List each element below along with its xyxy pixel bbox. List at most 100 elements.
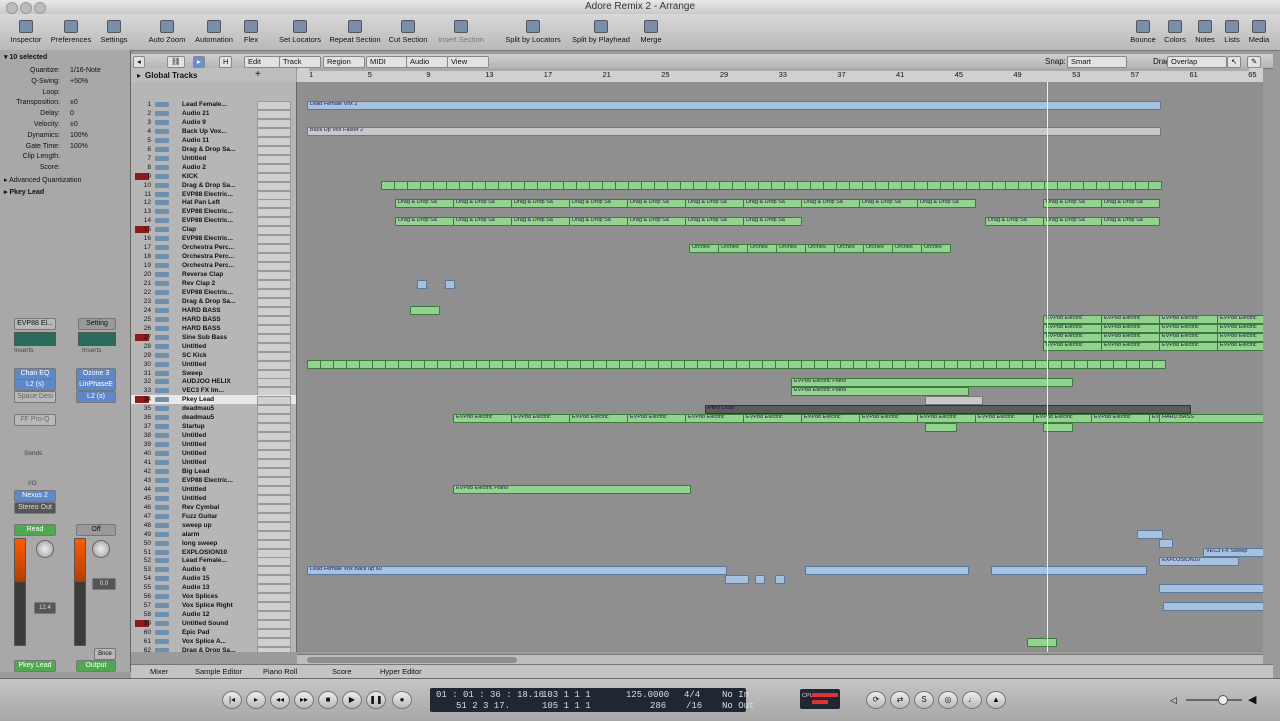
track-row[interactable]: 51 EXPLOSION10 bbox=[131, 548, 296, 558]
track-name[interactable]: Hat Pan Left bbox=[182, 198, 242, 207]
region[interactable] bbox=[866, 360, 880, 370]
click-icon[interactable]: ♩ bbox=[962, 691, 982, 709]
region[interactable] bbox=[567, 360, 581, 370]
region[interactable] bbox=[619, 360, 633, 370]
region[interactable]: Drag & Drop Sa bbox=[1043, 216, 1102, 226]
automation-mode-read[interactable]: Read bbox=[14, 524, 56, 536]
region[interactable]: Drag & Drop Sa bbox=[859, 198, 918, 208]
eq-thumbnail[interactable] bbox=[14, 332, 56, 346]
region[interactable] bbox=[849, 181, 863, 191]
region[interactable] bbox=[1057, 181, 1071, 191]
region[interactable] bbox=[445, 279, 455, 289]
track-row[interactable]: 10 Drag & Drop Sa... bbox=[131, 181, 296, 191]
region[interactable]: EVP88 Electric bbox=[1101, 315, 1160, 325]
region[interactable] bbox=[498, 181, 512, 191]
region[interactable] bbox=[925, 395, 983, 405]
bounce-button[interactable]: Bnce bbox=[94, 648, 116, 660]
pointer-tool-icon[interactable]: ↖ bbox=[1227, 56, 1242, 68]
track-name[interactable]: Untitled bbox=[182, 440, 242, 449]
region[interactable]: Drag & Drop Sa bbox=[627, 216, 686, 226]
track-row[interactable]: 32 AUDJOO HELIX bbox=[131, 377, 296, 388]
insert-slot-out-2[interactable]: LinPhaseE bbox=[76, 379, 116, 391]
track-row[interactable]: 5 Audio 11 bbox=[131, 136, 296, 146]
region[interactable]: EVP88 Electric bbox=[1159, 333, 1218, 343]
insert-slot-3[interactable]: Space Desi bbox=[14, 391, 56, 403]
region[interactable]: Drag & Drop Sa bbox=[395, 216, 454, 226]
region[interactable] bbox=[693, 181, 707, 191]
region[interactable]: EVP88 Electric bbox=[859, 413, 918, 423]
insert-slot-4[interactable]: FF Pro-Q bbox=[14, 414, 56, 426]
track-row[interactable]: 21 Rev Clap 2 bbox=[131, 279, 296, 289]
track-name[interactable]: Untitled bbox=[182, 431, 242, 440]
region[interactable] bbox=[788, 360, 802, 370]
track-name[interactable]: EVP88 Electric... bbox=[182, 476, 242, 485]
disclosure-triangle-icon[interactable]: ▸ bbox=[137, 71, 141, 80]
track-row[interactable]: 11 EVP88 Electric... bbox=[131, 190, 296, 200]
region[interactable]: Drag & Drop Sa bbox=[511, 216, 570, 226]
menu-region[interactable]: Region bbox=[323, 56, 365, 68]
region[interactable] bbox=[914, 181, 928, 191]
menu-audio[interactable]: Audio bbox=[406, 56, 448, 68]
region[interactable] bbox=[346, 360, 360, 370]
track-name[interactable]: sweep up bbox=[182, 521, 242, 530]
track-name[interactable]: deadmau5 bbox=[182, 413, 242, 422]
region[interactable] bbox=[801, 360, 815, 370]
track-name[interactable]: Sine Sub Bass bbox=[182, 333, 242, 342]
setting-button[interactable]: Setting bbox=[78, 318, 116, 330]
tab-hyper-editor[interactable]: Hyper Editor bbox=[380, 667, 422, 676]
region-param-row[interactable]: Dynamics: 100% bbox=[4, 131, 126, 141]
region[interactable] bbox=[372, 360, 386, 370]
region[interactable] bbox=[1005, 181, 1019, 191]
region[interactable] bbox=[1113, 360, 1127, 370]
track-row[interactable]: 50 long sweep bbox=[131, 539, 296, 549]
region[interactable] bbox=[550, 181, 564, 191]
region-param-row[interactable]: Transposition: ±0 bbox=[4, 98, 126, 108]
region[interactable]: EVP88 Electric Piano bbox=[791, 377, 1073, 387]
region[interactable] bbox=[446, 181, 460, 191]
track-row[interactable]: 52 Lead Female... bbox=[131, 556, 296, 567]
region[interactable] bbox=[424, 360, 438, 370]
region[interactable] bbox=[725, 574, 749, 584]
region[interactable]: EVP88 Electric bbox=[1217, 342, 1263, 352]
region[interactable]: Drag & Drop Sa bbox=[743, 198, 802, 208]
region[interactable] bbox=[706, 181, 720, 191]
param-value[interactable]: ±0 bbox=[70, 120, 78, 130]
track-row[interactable]: 41 Untitled bbox=[131, 458, 296, 468]
track-row[interactable]: 38 Untitled bbox=[131, 431, 296, 442]
track-row[interactable]: 47 Fuzz Guitar bbox=[131, 512, 296, 522]
play-icon[interactable]: ▶ bbox=[342, 691, 362, 709]
region[interactable]: Orches bbox=[689, 243, 719, 253]
param-value[interactable]: 100% bbox=[70, 131, 88, 141]
track-row[interactable]: 31 Sweep bbox=[131, 369, 296, 379]
region[interactable] bbox=[407, 181, 421, 191]
track-row[interactable]: 4 Back Up Vox... bbox=[131, 127, 296, 137]
pan-knob-output[interactable] bbox=[92, 540, 110, 558]
region-param-row[interactable]: Q-Swing: +50% bbox=[4, 77, 126, 87]
region[interactable] bbox=[1070, 181, 1084, 191]
region[interactable]: Drag & Drop Sa bbox=[685, 216, 744, 226]
region[interactable] bbox=[991, 565, 1147, 575]
region[interactable] bbox=[472, 181, 486, 191]
track-row[interactable]: 33 VEC3 FX Im... bbox=[131, 386, 296, 397]
region[interactable]: Orches bbox=[805, 243, 835, 253]
track-row[interactable]: 61 Vox Splice A... bbox=[131, 637, 296, 647]
track-row[interactable]: 19 Orchestra Perc... bbox=[131, 261, 296, 272]
region[interactable]: Drag & Drop Sa bbox=[511, 198, 570, 208]
region[interactable] bbox=[918, 360, 932, 370]
region[interactable]: Drag & Drop Sa bbox=[1101, 198, 1160, 208]
track-row[interactable]: 57 Vox Splice Right bbox=[131, 601, 296, 612]
pause-icon[interactable]: ❚❚ bbox=[366, 691, 386, 709]
track-row[interactable]: 24 HARD BASS bbox=[131, 306, 296, 316]
channel-name-output[interactable]: Output bbox=[76, 660, 116, 672]
region[interactable]: EVP88 Electric bbox=[917, 413, 976, 423]
track-row[interactable]: 8 Audio 2 bbox=[131, 163, 296, 173]
region[interactable]: Orches bbox=[863, 243, 893, 253]
h-button[interactable]: H bbox=[219, 56, 233, 68]
track-name[interactable]: EXPLOSION10 bbox=[182, 548, 242, 557]
go-to-start-button[interactable]: ▸ bbox=[246, 691, 266, 709]
region[interactable] bbox=[515, 360, 529, 370]
region[interactable] bbox=[671, 360, 685, 370]
region[interactable] bbox=[489, 360, 503, 370]
region[interactable]: EVP88 Electric bbox=[1217, 315, 1263, 325]
eq-thumbnail-output[interactable] bbox=[78, 332, 116, 346]
